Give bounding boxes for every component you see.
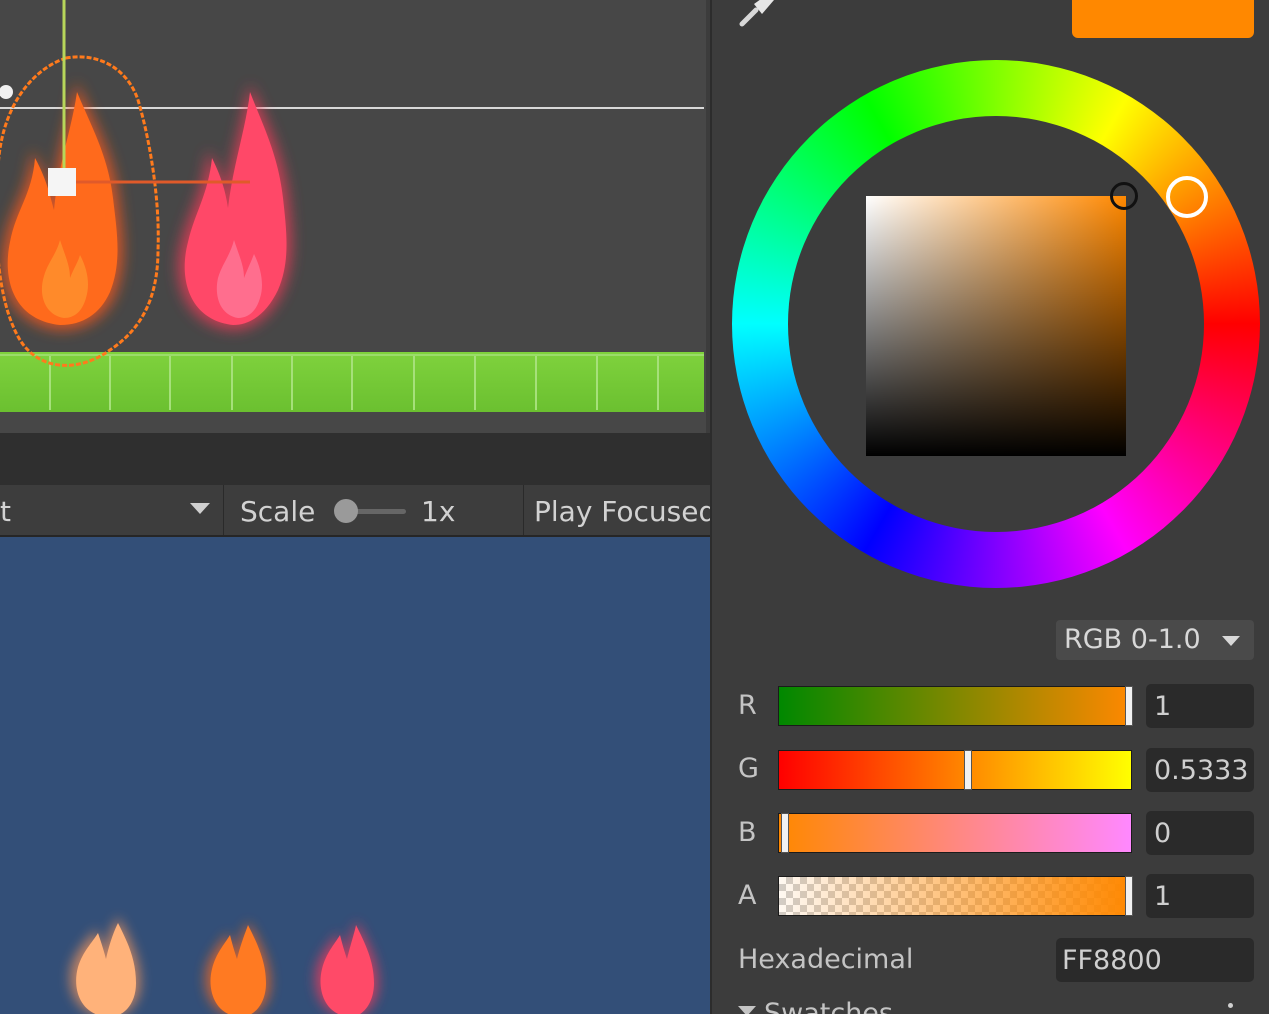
- channel-r-label: R: [738, 690, 757, 721]
- channel-b-label: B: [738, 817, 757, 848]
- scale-label: Scale: [240, 495, 316, 528]
- move-center-handle[interactable]: [48, 168, 76, 196]
- channel-a-slider[interactable]: [778, 876, 1133, 916]
- color-mode-dropdown[interactable]: RGB 0-1.0: [1056, 620, 1254, 660]
- scene-canvas: [0, 0, 704, 412]
- channel-a-label: A: [738, 880, 757, 911]
- foldout-arrow-icon: [738, 1006, 756, 1014]
- scale-slider-thumb[interactable]: [334, 499, 358, 523]
- pink-flame-sprite-2: [315, 921, 378, 1014]
- pink-flame-sprite[interactable]: [178, 84, 292, 330]
- panel-divider: [0, 433, 710, 485]
- scale-value: 1x: [421, 495, 456, 528]
- channel-r-field[interactable]: 1: [1146, 684, 1254, 728]
- hue-selector-ring[interactable]: [1166, 176, 1208, 218]
- channel-r-slider[interactable]: [778, 686, 1133, 726]
- color-picker-panel: RGB 0-1.0 R 1 G 0.5333 B 0 A 1 Hexadecim…: [710, 0, 1269, 1014]
- channel-b-field[interactable]: 0: [1146, 811, 1254, 855]
- channel-g-label: G: [738, 753, 759, 784]
- display-dropdown[interactable]: t: [0, 485, 224, 535]
- play-focused-label: Play Focused: [534, 495, 710, 528]
- color-preview-swatch[interactable]: [1072, 0, 1254, 38]
- saturation-value-handle[interactable]: [1110, 182, 1138, 210]
- channel-a-field[interactable]: 1: [1146, 874, 1254, 918]
- dropdown-arrow-icon: [190, 503, 210, 514]
- scene-view[interactable]: [0, 0, 706, 433]
- scale-control: Scale 1x: [226, 485, 524, 535]
- eyedropper-icon[interactable]: [738, 0, 778, 28]
- hex-label: Hexadecimal: [738, 944, 914, 975]
- channel-g-field[interactable]: 0.5333: [1146, 748, 1254, 792]
- channel-r-handle[interactable]: [1125, 686, 1133, 726]
- ground-tilemap[interactable]: [0, 352, 704, 412]
- channel-b-handle[interactable]: [781, 813, 789, 853]
- game-view[interactable]: [0, 537, 710, 1014]
- game-canvas: [70, 917, 378, 1014]
- swatches-foldout[interactable]: Swatches: [738, 998, 1038, 1014]
- swatches-label: Swatches: [764, 998, 893, 1014]
- channel-g-slider[interactable]: [778, 750, 1132, 790]
- channel-b-slider[interactable]: [778, 813, 1132, 853]
- play-focused-dropdown[interactable]: Play Focused: [524, 485, 710, 535]
- more-options-icon[interactable]: [1228, 1000, 1236, 1014]
- dropdown-arrow-icon: [1222, 636, 1240, 646]
- display-dropdown-label: t: [0, 495, 11, 528]
- game-view-toolbar: t Scale 1x Play Focused: [0, 485, 710, 537]
- channel-g-handle[interactable]: [964, 750, 973, 790]
- pivot-handle[interactable]: [0, 85, 13, 99]
- orange-flame-sprite-2: [205, 922, 270, 1014]
- channel-a-handle[interactable]: [1125, 876, 1133, 916]
- orange-flame-sprite[interactable]: [0, 55, 160, 367]
- color-mode-label: RGB 0-1.0: [1064, 624, 1201, 655]
- hex-field[interactable]: FF8800: [1056, 938, 1254, 982]
- light-orange-flame-sprite: [70, 917, 140, 1014]
- saturation-value-square[interactable]: [866, 182, 1138, 456]
